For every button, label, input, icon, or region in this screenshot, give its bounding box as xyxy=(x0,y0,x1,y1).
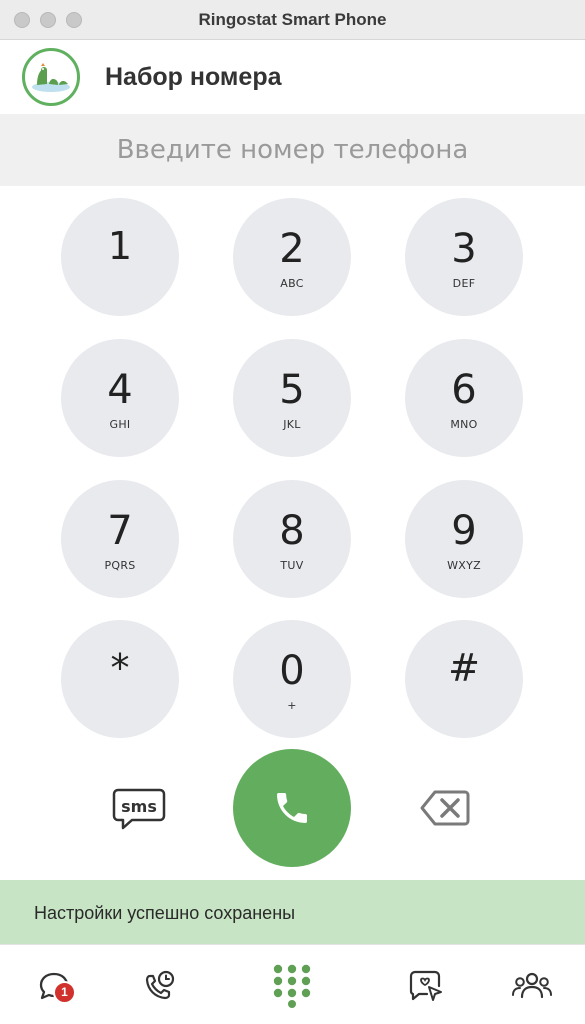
key-letters: TUV xyxy=(280,559,304,572)
key-5[interactable]: 5 JKL xyxy=(233,339,351,457)
phone-number-input[interactable] xyxy=(0,114,585,186)
key-digit: 7 xyxy=(107,508,133,554)
sms-icon: sms xyxy=(112,788,166,830)
dialpad-icon xyxy=(273,964,311,1008)
status-toast: Настройки успешно сохранены xyxy=(0,880,585,944)
key-digit: 4 xyxy=(107,367,133,413)
contacts-icon xyxy=(512,972,552,999)
key-8[interactable]: 8 TUV xyxy=(233,480,351,598)
key-digit: 0 xyxy=(279,648,305,694)
window-titlebar: Ringostat Smart Phone xyxy=(0,0,585,40)
dragon-avatar-icon xyxy=(32,63,70,92)
key-digit: 3 xyxy=(451,226,477,272)
key-0[interactable]: 0 + xyxy=(233,620,351,738)
nav-dialpad[interactable] xyxy=(268,963,316,1009)
key-hash[interactable]: # xyxy=(405,620,523,738)
call-history-icon xyxy=(145,970,175,1000)
phone-icon xyxy=(277,793,307,823)
key-letters: WXYZ xyxy=(447,559,481,572)
call-button[interactable] xyxy=(233,749,351,867)
sms-label: sms xyxy=(121,797,157,816)
key-digit: 1 xyxy=(107,224,133,268)
key-6[interactable]: 6 MNO xyxy=(405,339,523,457)
backspace-button[interactable] xyxy=(417,786,473,830)
bottom-navigation: 1 xyxy=(0,944,585,1024)
avatar[interactable] xyxy=(22,48,80,106)
key-1[interactable]: 1 xyxy=(61,198,179,316)
key-letters: DEF xyxy=(452,277,476,290)
key-digit: 9 xyxy=(451,508,477,554)
key-digit: * xyxy=(110,646,130,690)
key-digit: 2 xyxy=(279,226,305,272)
key-digit: 5 xyxy=(279,367,305,413)
nav-contacts[interactable] xyxy=(508,963,556,1009)
key-letters: GHI xyxy=(109,418,131,431)
key-9[interactable]: 9 WXYZ xyxy=(405,480,523,598)
key-2[interactable]: 2 ABC xyxy=(233,198,351,316)
key-letters: MNO xyxy=(450,418,478,431)
key-4[interactable]: 4 GHI xyxy=(61,339,179,457)
key-digit: 8 xyxy=(279,508,305,554)
nav-messages[interactable] xyxy=(402,963,450,1009)
key-3[interactable]: 3 DEF xyxy=(405,198,523,316)
backspace-icon xyxy=(420,790,470,826)
nav-chats[interactable]: 1 xyxy=(30,963,78,1009)
page-header: Набор номера xyxy=(0,41,585,114)
key-star[interactable]: * xyxy=(61,620,179,738)
key-letters: + xyxy=(287,699,297,712)
toast-message: Настройки успешно сохранены xyxy=(34,903,296,923)
key-7[interactable]: 7 PQRS xyxy=(61,480,179,598)
message-pointer-icon xyxy=(409,970,442,1001)
key-letters: JKL xyxy=(283,418,301,431)
unread-badge: 1 xyxy=(53,981,76,1004)
key-letters: PQRS xyxy=(104,559,136,572)
nav-call-history[interactable] xyxy=(135,963,183,1009)
window-title: Ringostat Smart Phone xyxy=(198,10,387,29)
key-digit: # xyxy=(448,646,480,690)
sms-button[interactable]: sms xyxy=(110,786,168,832)
key-letters: ABC xyxy=(280,277,304,290)
key-digit: 6 xyxy=(451,367,477,413)
page-title: Набор номера xyxy=(105,63,282,91)
